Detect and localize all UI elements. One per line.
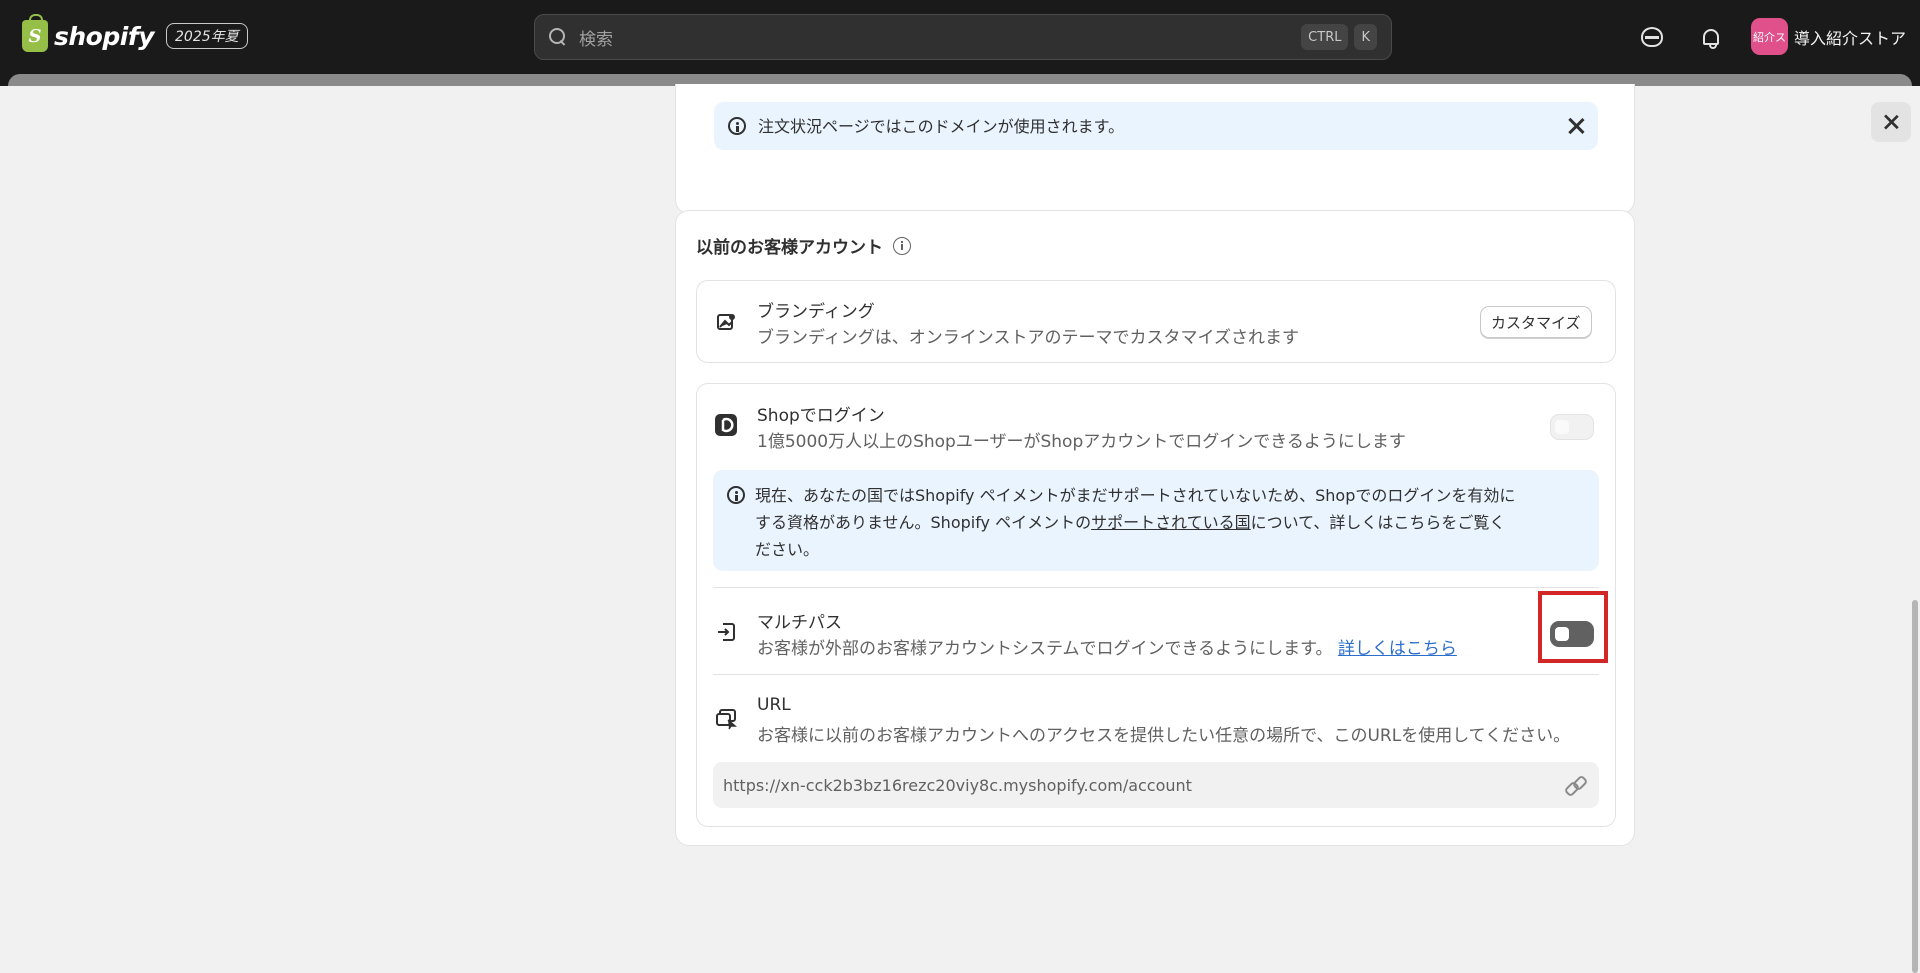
login-options-subcard: Shopでログイン 1億5000万人以上のShopユーザーがShopアカウントで…	[696, 383, 1616, 827]
store-name: 導入紹介ストア	[1794, 28, 1907, 48]
store-menu[interactable]: 紹介ス 導入紹介ストア	[1751, 18, 1906, 55]
shortcut-k-key: K	[1354, 24, 1377, 50]
url-window-icon	[715, 708, 737, 730]
banner-line-2-before: する資格がありません。Shopify ペイメントの	[755, 513, 1092, 532]
branding-title: ブランディング	[757, 302, 875, 322]
shopify-bag-icon: S	[22, 14, 48, 52]
scrollbar[interactable]	[1912, 600, 1918, 973]
legacy-accounts-title: 以前のお客様アカウント	[696, 238, 883, 258]
shop-login-title: Shopでログイン	[757, 406, 885, 426]
branding-description: ブランディングは、オンラインストアのテーマでカスタマイズされます	[757, 328, 1299, 348]
domain-card: 注文状況ページではこのドメインが使用されます。	[675, 84, 1635, 214]
copy-link-icon[interactable]	[1565, 775, 1585, 795]
highlight-annotation-box	[1538, 591, 1608, 663]
customize-button[interactable]: カスタマイズ	[1480, 306, 1592, 338]
close-icon	[1884, 115, 1898, 129]
info-tooltip-icon[interactable]	[893, 236, 911, 255]
image-branding-icon	[715, 311, 737, 333]
shortcut-ctrl-key: CTRL	[1301, 24, 1349, 50]
shop-login-banner-text: 現在、あなたの国ではShopify ペイメントがまだサポートされていないため、S…	[755, 482, 1515, 559]
shop-login-toggle[interactable]	[1550, 414, 1594, 440]
edition-badge: 2025年夏	[166, 23, 248, 49]
search-bar[interactable]: 検索 CTRL K	[534, 14, 1392, 60]
legacy-customer-accounts-card: 以前のお客様アカウント ブランディング ブランディングは、オンラインストアのテー…	[675, 210, 1635, 846]
shop-login-description: 1億5000万人以上のShopユーザーがShopアカウントでログインできるように…	[757, 432, 1406, 452]
multipass-learn-more-link[interactable]: 詳しくはこちら	[1338, 639, 1457, 659]
info-icon	[727, 486, 745, 504]
banner-line-1: 現在、あなたの国ではShopify ペイメントがまだサポートされていないため、S…	[755, 486, 1516, 505]
branding-subcard: ブランディング ブランディングは、オンラインストアのテーマでカスタマイズされます…	[696, 280, 1616, 363]
banner-line-2-after: について、詳しくはこちらをご覧く	[1250, 513, 1506, 532]
supported-countries-link[interactable]: サポートされている国	[1091, 513, 1251, 532]
multipass-title: マルチパス	[757, 613, 842, 633]
domain-banner-text: 注文状況ページではこのドメインが使用されます。	[758, 116, 1125, 136]
banner-line-3: ださい。	[755, 540, 820, 559]
notifications-bell-icon[interactable]	[1698, 24, 1724, 50]
domain-info-banner: 注文状況ページではこのドメインが使用されます。	[714, 102, 1598, 150]
multipass-description-row: お客様が外部のお客様アカウントシステムでログインできるようにします。 詳しくはこ…	[757, 634, 1457, 659]
search-input[interactable]: 検索	[579, 25, 1295, 50]
multipass-description: お客様が外部のお客様アカウントシステムでログインできるようにします。	[757, 639, 1333, 659]
url-description: お客様に以前のお客様アカウントへのアクセスを提供したい任意の場所で、このURLを…	[757, 726, 1571, 746]
store-avatar: 紹介ス	[1751, 18, 1788, 55]
shop-logo-icon	[715, 414, 737, 436]
search-icon	[549, 28, 567, 46]
logo-text: shopify	[54, 21, 155, 51]
privacy-mode-icon[interactable]	[1639, 24, 1665, 50]
shopify-logo[interactable]: S shopify 2025年夏	[22, 14, 248, 52]
close-modal-button[interactable]	[1871, 102, 1911, 142]
settings-modal: 注文状況ページではこのドメインが使用されます。 以前のお客様アカウント ブランデ…	[0, 84, 1920, 973]
url-title: URL	[757, 695, 791, 715]
info-icon	[728, 117, 746, 135]
login-enter-icon	[715, 621, 737, 643]
shop-login-info-banner: 現在、あなたの国ではShopify ペイメントがまだサポートされていないため、S…	[713, 470, 1599, 571]
top-bar: S shopify 2025年夏 検索 CTRL K 紹介ス 導入紹介ストア	[0, 0, 1920, 74]
section-title: 以前のお客様アカウント	[696, 233, 911, 258]
account-url-field[interactable]: https://xn-cck2b3bz16rezc20viy8c.myshopi…	[713, 762, 1599, 808]
divider	[713, 587, 1599, 588]
account-url-value[interactable]: https://xn-cck2b3bz16rezc20viy8c.myshopi…	[723, 776, 1565, 795]
dismiss-banner-close-icon[interactable]	[1568, 118, 1584, 134]
divider	[713, 674, 1599, 675]
